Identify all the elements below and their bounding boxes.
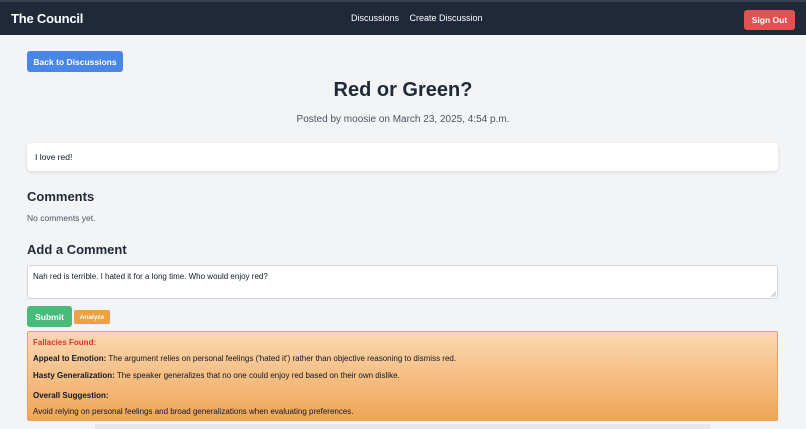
sign-out-button[interactable]: Sign Out [744,10,795,30]
discussion-title: Red or Green? [333,79,473,101]
discussion-post-card: I love red! [27,143,778,171]
fallacies-heading: Fallacies Found: [33,338,97,347]
nav-link-create-discussion[interactable]: Create Discussion [410,13,483,23]
fallacy-description: The speaker generalizes that no one coul… [116,371,400,380]
discussion-body: I love red! [35,152,73,162]
fallacy-name: Appeal to Emotion: [33,354,107,363]
fallacy-analysis-panel: Fallacies Found: Appeal to Emotion: The … [27,331,778,421]
brand-logo-text[interactable]: The Council [11,11,83,26]
analyze-button[interactable]: Analyze [74,310,110,324]
fallacy-item: Appeal to Emotion: The argument relies o… [33,354,456,363]
suggestion-text: Avoid relying on personal feelings and b… [33,407,354,416]
comments-heading: Comments [27,189,95,204]
fallacy-item: Hasty Generalization: The speaker genera… [33,371,400,380]
comment-textarea-value: Nah red is terrible. I hated it for a lo… [33,272,268,281]
resize-grip-icon[interactable] [770,291,776,297]
discussion-meta: Posted by moosie on March 23, 2025, 4:54… [296,114,510,125]
add-comment-heading: Add a Comment [27,242,127,257]
fallacy-description: The argument relies on personal feelings… [108,354,457,363]
nav-link-discussions[interactable]: Discussions [351,13,399,23]
suggestion-heading: Overall Suggestion: [33,391,109,400]
no-comments-text: No comments yet. [27,213,96,223]
back-to-discussions-button[interactable]: Back to Discussions [27,51,123,72]
fallacy-name: Hasty Generalization: [33,371,115,380]
nav-links: Discussions Create Discussion [351,13,491,23]
comment-textarea[interactable]: Nah red is terrible. I hated it for a lo… [27,265,778,299]
top-navbar: The Council Discussions Create Discussio… [0,0,806,35]
page-footer-edge [95,424,710,429]
submit-button[interactable]: Submit [27,306,72,327]
